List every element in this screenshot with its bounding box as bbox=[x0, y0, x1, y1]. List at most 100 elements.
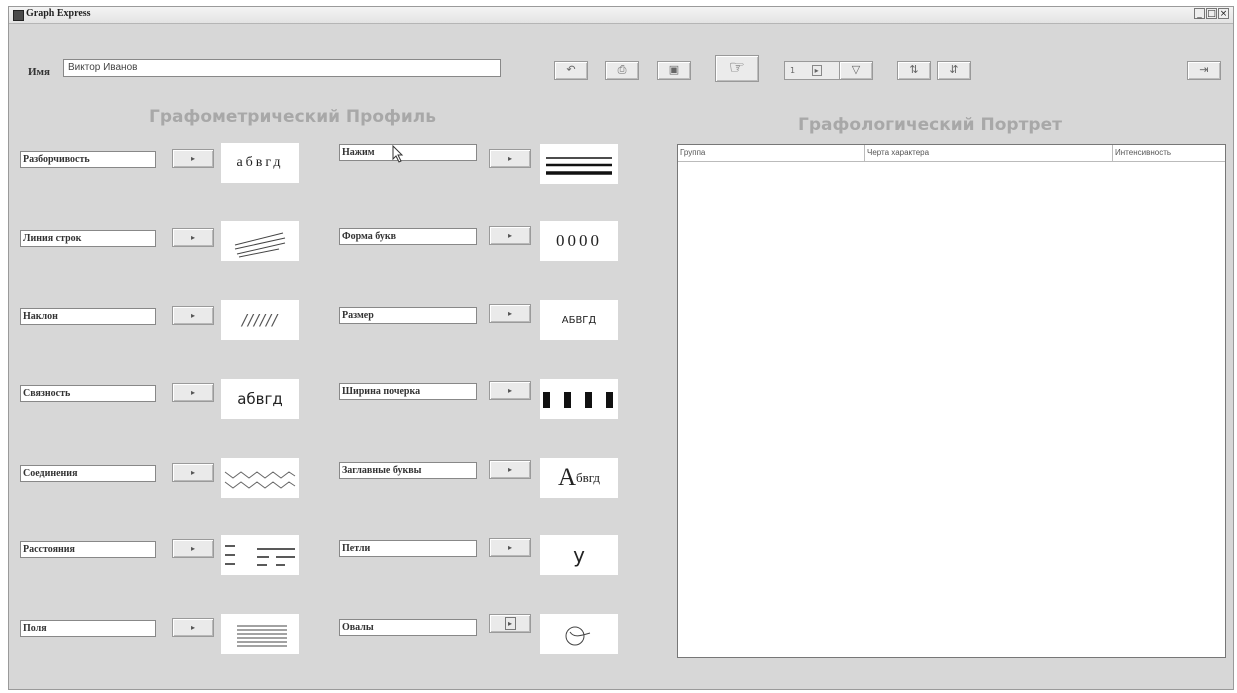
param-margins-field[interactable]: Поля bbox=[20, 620, 156, 637]
filter-button[interactable]: ▽ bbox=[839, 61, 873, 80]
hand-icon: ☞ bbox=[728, 57, 746, 78]
arrow-right-icon: ▸ bbox=[504, 617, 516, 630]
param-pressure-button[interactable]: ▸ bbox=[489, 149, 531, 168]
size-sample-text: АБВГД bbox=[561, 314, 597, 326]
exit-button[interactable]: ⇥ bbox=[1187, 61, 1221, 80]
margins-sample bbox=[221, 614, 299, 654]
portrait-table[interactable]: Группа Черта характера Интенсивность bbox=[677, 144, 1226, 658]
connectivity-sample-text: абвгд bbox=[237, 390, 283, 408]
param-capital-letters-button[interactable]: ▸ bbox=[489, 460, 531, 479]
param-margins-button[interactable]: ▸ bbox=[172, 618, 214, 637]
spinner-arrow[interactable]: ▸ bbox=[811, 65, 822, 76]
param-size-button[interactable]: ▸ bbox=[489, 304, 531, 323]
undo-button[interactable]: ↶ bbox=[554, 61, 588, 80]
mouse-cursor-icon bbox=[392, 145, 404, 163]
param-loops-button[interactable]: ▸ bbox=[489, 538, 531, 557]
param-loops-field[interactable]: Петли bbox=[339, 540, 477, 557]
wave-connections-icon bbox=[224, 471, 296, 489]
ovals-sample bbox=[540, 614, 618, 654]
minimize-button[interactable]: _ bbox=[1194, 8, 1205, 19]
title-bar: Graph Express _ □ × bbox=[9, 7, 1233, 24]
param-connectivity-field[interactable]: Связность bbox=[20, 385, 156, 402]
letter-shape-sample: 0000 bbox=[540, 221, 618, 261]
maximize-button[interactable]: □ bbox=[1206, 8, 1217, 19]
legibility-sample-text: абвгд bbox=[236, 155, 284, 170]
spacing-dashes-icon bbox=[225, 545, 295, 566]
param-pressure-field[interactable]: Нажим bbox=[339, 144, 477, 161]
arrow-right-icon: ▸ bbox=[190, 388, 195, 397]
margin-lines-icon bbox=[237, 625, 287, 647]
arrow-right-icon: ▸ bbox=[507, 465, 512, 474]
connections-sample bbox=[221, 458, 299, 498]
arrow-right-icon: ▸ bbox=[507, 309, 512, 318]
param-line-field[interactable]: Линия строк bbox=[20, 230, 156, 247]
capital-letters-sample: А бвгд bbox=[540, 458, 618, 498]
column-header-group[interactable]: Группа bbox=[678, 145, 865, 161]
param-legibility-field[interactable]: Разборчивость bbox=[20, 151, 156, 168]
main-window: Graph Express _ □ × Имя Виктор Иванов ↶ … bbox=[8, 6, 1234, 690]
profile-title: Графометрический Профиль bbox=[149, 107, 436, 127]
param-distances-button[interactable]: ▸ bbox=[172, 539, 214, 558]
close-button[interactable]: × bbox=[1218, 8, 1229, 19]
column-header-intensity[interactable]: Интенсивность bbox=[1113, 145, 1225, 161]
param-size-field[interactable]: Размер bbox=[339, 307, 477, 324]
oval-loop-icon bbox=[565, 626, 591, 646]
distances-sample bbox=[221, 535, 299, 575]
pressure-lines-icon bbox=[546, 157, 612, 175]
param-letter-shape-field[interactable]: Форма букв bbox=[339, 228, 477, 245]
portrait-title: Графологический Портрет bbox=[798, 115, 1062, 135]
connectivity-sample: абвгд bbox=[221, 379, 299, 419]
param-capital-letters-field[interactable]: Заглавные буквы bbox=[339, 462, 477, 479]
print-icon: ⎙ bbox=[617, 63, 627, 76]
param-ovals-button[interactable]: ▸ bbox=[489, 614, 531, 633]
column-header-trait[interactable]: Черта характера bbox=[865, 145, 1113, 161]
arrow-right-icon: ▸ bbox=[190, 623, 195, 632]
save-button[interactable]: ▣ bbox=[657, 61, 691, 80]
param-connections-field[interactable]: Соединения bbox=[20, 465, 156, 482]
save-icon: ▣ bbox=[668, 63, 680, 76]
window-title: Graph Express bbox=[26, 8, 91, 19]
arrow-right-icon: ▸ bbox=[190, 311, 195, 320]
arrow-right-icon: ▸ bbox=[507, 543, 512, 552]
slant-sample: ////// bbox=[221, 300, 299, 340]
slant-sample-text: ////// bbox=[241, 311, 279, 329]
size-sample: АБВГД bbox=[540, 300, 618, 340]
slanted-lines-icon bbox=[234, 232, 286, 258]
record-number: 1 bbox=[790, 66, 796, 75]
param-slant-button[interactable]: ▸ bbox=[172, 306, 214, 325]
loops-sample: у bbox=[540, 535, 618, 575]
sort-descending-button[interactable]: ⇵ bbox=[937, 61, 971, 80]
exit-icon: ⇥ bbox=[1199, 63, 1209, 76]
print-button[interactable]: ⎙ bbox=[605, 61, 639, 80]
record-navigator[interactable]: 1 ▸ bbox=[784, 61, 844, 80]
param-legibility-button[interactable]: ▸ bbox=[172, 149, 214, 168]
undo-icon: ↶ bbox=[566, 63, 576, 76]
param-letter-shape-button[interactable]: ▸ bbox=[489, 226, 531, 245]
lowercase-letters-text: бвгд bbox=[576, 470, 601, 485]
pressure-sample bbox=[540, 144, 618, 184]
param-handwriting-width-button[interactable]: ▸ bbox=[489, 381, 531, 400]
filter-icon: ▽ bbox=[851, 63, 861, 76]
capital-letter-text: А bbox=[557, 464, 576, 491]
arrow-right-icon: ▸ bbox=[507, 154, 512, 163]
param-connections-button[interactable]: ▸ bbox=[172, 463, 214, 482]
table-header: Группа Черта характера Интенсивность bbox=[678, 145, 1225, 162]
arrow-right-icon: ▸ bbox=[190, 468, 195, 477]
arrow-right-icon: ▸ bbox=[190, 154, 195, 163]
param-distances-field[interactable]: Расстояния bbox=[20, 541, 156, 558]
app-icon bbox=[13, 10, 24, 21]
handwriting-width-sample bbox=[540, 379, 618, 419]
loops-sample-text: у bbox=[573, 543, 585, 567]
sort-ascending-icon: ⇅ bbox=[909, 63, 919, 76]
param-ovals-field[interactable]: Овалы bbox=[339, 619, 477, 636]
param-line-button[interactable]: ▸ bbox=[172, 228, 214, 247]
name-input[interactable]: Виктор Иванов bbox=[63, 59, 501, 77]
param-connectivity-button[interactable]: ▸ bbox=[172, 383, 214, 402]
letter-shape-sample-text: 0000 bbox=[556, 231, 602, 250]
select-button[interactable]: ☞ bbox=[715, 55, 759, 82]
param-handwriting-width-field[interactable]: Ширина почерка bbox=[339, 383, 477, 400]
sort-ascending-button[interactable]: ⇅ bbox=[897, 61, 931, 80]
param-slant-field[interactable]: Наклон bbox=[20, 308, 156, 325]
sort-descending-icon: ⇵ bbox=[949, 63, 959, 76]
name-label: Имя bbox=[28, 66, 50, 78]
